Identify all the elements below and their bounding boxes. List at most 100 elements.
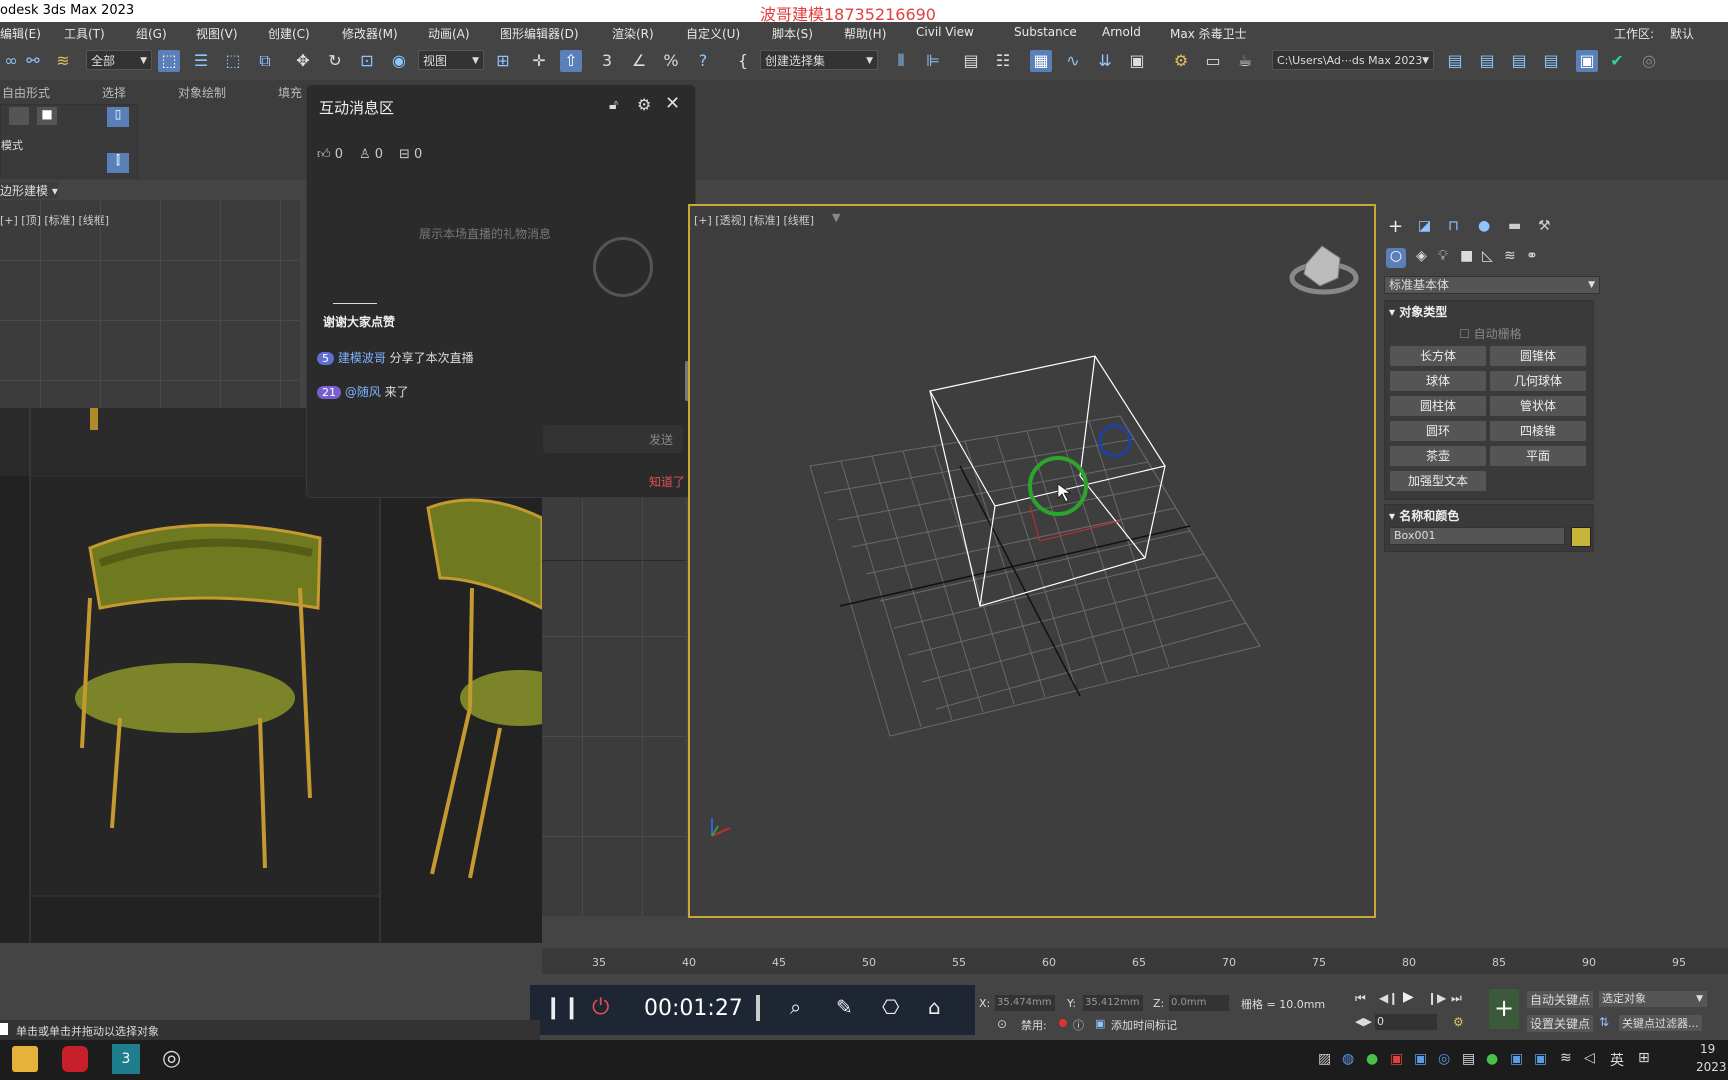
goto-end-icon[interactable]: ⏭ — [1451, 991, 1462, 1006]
ribbon-tab-freeform[interactable]: 自由形式 — [2, 84, 50, 101]
reference-coord-combo[interactable]: 视图 ▼ — [418, 50, 484, 70]
unlink-icon[interactable]: ⚯ — [22, 50, 44, 72]
menu-max-antivirus[interactable]: Max 杀毒卫士 — [1170, 25, 1247, 42]
name-color-title[interactable]: ▾ 名称和颜色 — [1389, 507, 1459, 524]
object-type-title[interactable]: ▾ 对象类型 — [1389, 303, 1447, 320]
menu-rendering[interactable]: 渲染(R) — [612, 25, 654, 42]
selection-filter-combo[interactable]: 全部 ▼ — [86, 50, 152, 70]
tray-icon[interactable]: ◎ — [1438, 1051, 1450, 1067]
utilities-tab-icon[interactable]: ⚒ — [1538, 218, 1551, 234]
poly-icon[interactable] — [9, 107, 29, 125]
menu-create[interactable]: 创建(C) — [268, 25, 310, 42]
named-selection-combo[interactable]: 创建选择集 ▼ — [760, 50, 878, 70]
object-name-input[interactable]: Box001 — [1389, 527, 1565, 545]
y-coordinate-field[interactable]: 35.412mm — [1083, 995, 1143, 1011]
plane-button[interactable]: 平面 — [1489, 445, 1587, 467]
tray-icon[interactable]: ▣ — [1534, 1051, 1547, 1067]
project-folder-icon[interactable]: ▤ — [1444, 50, 1466, 72]
sphere-button[interactable]: 球体 — [1389, 370, 1487, 392]
menu-customize[interactable]: 自定义(U) — [686, 25, 740, 42]
mirror-icon[interactable]: ⫴ — [890, 50, 912, 72]
helpers-icon[interactable]: ◺ — [1482, 248, 1493, 264]
file-explorer-icon[interactable] — [12, 1046, 38, 1072]
tray-icon[interactable]: ◍ — [1342, 1051, 1354, 1067]
tray-icon[interactable]: ▣ — [1414, 1051, 1427, 1067]
create-tab-icon[interactable]: + — [1388, 216, 1403, 237]
ime-mode-icon[interactable]: ⊞ — [1638, 1050, 1650, 1066]
ribbon-tab-populate[interactable]: 填充 — [278, 84, 302, 101]
place-icon[interactable]: ◉ — [388, 50, 410, 72]
polygon-modeling-section[interactable]: 边形建模 ▾ — [0, 182, 58, 199]
pivot-center-icon[interactable]: ⊞ — [492, 50, 514, 72]
prev-frame-icon[interactable]: ◀❙ — [1379, 991, 1398, 1005]
text-plus-button[interactable]: 加强型文本 — [1389, 470, 1487, 492]
render-setup-icon[interactable]: ⚙ — [1170, 50, 1192, 72]
ribbon-toggle-icon[interactable]: ▦ — [1030, 50, 1052, 72]
menu-substance[interactable]: Substance — [1014, 25, 1077, 39]
check-icon[interactable]: ✔ — [1606, 50, 1628, 72]
geometry-icon[interactable]: ○ — [1386, 248, 1406, 268]
chat-username[interactable]: 建模波哥 — [338, 351, 386, 365]
volume-icon[interactable]: ◁ — [1584, 1050, 1595, 1066]
torus-button[interactable]: 圆环 — [1389, 420, 1487, 442]
schematic-view-icon[interactable]: ⇊ — [1094, 50, 1116, 72]
time-config-icon[interactable]: ⚙ — [1453, 1015, 1464, 1029]
auto-key-button[interactable]: 自动关键点 — [1527, 991, 1594, 1008]
top-viewport-label[interactable]: [+] [顶] [标准] [线框] — [0, 212, 109, 228]
select-by-name-icon[interactable]: ☰ — [190, 50, 212, 72]
tube-button[interactable]: 管状体 — [1489, 395, 1587, 417]
scene-explorer-icon[interactable]: ▤ — [960, 50, 982, 72]
pen-icon[interactable]: ✎ — [836, 995, 853, 1019]
zoom-icon[interactable]: ⌕ — [790, 995, 801, 1019]
info-icon[interactable]: ⓘ — [1073, 1017, 1084, 1033]
home-icon[interactable]: ⌂ — [928, 995, 941, 1019]
ribbon-tab-selection[interactable]: 选择 — [102, 84, 126, 101]
cylinder-button[interactable]: 圆柱体 — [1389, 395, 1487, 417]
project-path-combo[interactable]: C:\Users\Ad⋯ds Max 2023 ▼ — [1272, 50, 1434, 70]
timeline[interactable]: 35 40 45 50 55 60 65 70 75 80 85 90 95 — [542, 948, 1728, 974]
pause-icon[interactable]: ❙❙ — [544, 995, 581, 1020]
object-color-swatch[interactable] — [1571, 527, 1591, 547]
menu-tools[interactable]: 工具(T) — [64, 25, 105, 42]
project-open-icon[interactable]: ▤ — [1476, 50, 1498, 72]
add-time-tag[interactable]: 添加时间标记 — [1111, 1017, 1177, 1033]
rendered-frame-icon[interactable]: ▭ — [1202, 50, 1224, 72]
top-viewport[interactable]: [+] [顶] [标准] [线框] — [0, 200, 300, 410]
snaps-toggle-icon[interactable]: 3 — [596, 50, 618, 72]
menu-animation[interactable]: 动画(A) — [428, 25, 470, 42]
tray-icon[interactable]: ▣ — [1390, 1051, 1403, 1067]
geosphere-button[interactable]: 几何球体 — [1489, 370, 1587, 392]
isolate-icon[interactable]: ⊙ — [997, 1017, 1007, 1031]
camera-icon[interactable]: ⎔ — [882, 995, 899, 1019]
modify-tab-icon[interactable]: ◪ — [1418, 218, 1431, 234]
tray-icon[interactable]: ▨ — [1318, 1051, 1331, 1067]
box-button[interactable]: 长方体 — [1389, 345, 1487, 367]
bind-space-warp-icon[interactable]: ≋ — [52, 50, 74, 72]
scale-icon[interactable]: ⊡ — [356, 50, 378, 72]
3dsmax-taskbar-icon[interactable]: 3 — [112, 1044, 140, 1074]
project-new-icon[interactable]: ▤ — [1540, 50, 1562, 72]
angle-snap-icon[interactable]: ∠ — [628, 50, 650, 72]
menu-help[interactable]: 帮助(H) — [844, 25, 886, 42]
edit-named-selection-icon[interactable]: { — [732, 50, 754, 72]
z-coordinate-field[interactable]: 0.0mm — [1169, 995, 1229, 1011]
rect-selection-icon[interactable]: ⬚ — [222, 50, 244, 72]
next-frame-icon[interactable]: ❙▶ — [1427, 991, 1446, 1005]
project-save-icon[interactable]: ▤ — [1508, 50, 1530, 72]
select-object-icon[interactable]: ⬚ — [158, 50, 180, 72]
key-mode-icon[interactable]: ◀▶ — [1355, 1015, 1372, 1028]
category-dropdown[interactable]: 标准基本体 ▼ — [1384, 276, 1600, 294]
hierarchy-tab-icon[interactable]: ⊓ — [1448, 218, 1459, 234]
link-icon[interactable]: ∞ — [0, 50, 22, 72]
pyramid-button[interactable]: 四棱锥 — [1489, 420, 1587, 442]
menu-scripting[interactable]: 脚本(S) — [772, 25, 813, 42]
x-coordinate-field[interactable]: 35.474mm — [995, 995, 1055, 1011]
align-icon[interactable]: ⊫ — [922, 50, 944, 72]
recorder-taskbar-icon[interactable]: ◎ — [162, 1046, 181, 1071]
wechat-icon[interactable]: ● — [1486, 1051, 1498, 1067]
scene-canvas[interactable] — [690, 206, 1374, 916]
chat-input[interactable]: 发送 — [543, 425, 683, 453]
layer-explorer-icon[interactable]: ☷ — [992, 50, 1014, 72]
send-button[interactable]: 发送 — [649, 431, 673, 448]
menu-views[interactable]: 视图(V) — [196, 25, 238, 42]
